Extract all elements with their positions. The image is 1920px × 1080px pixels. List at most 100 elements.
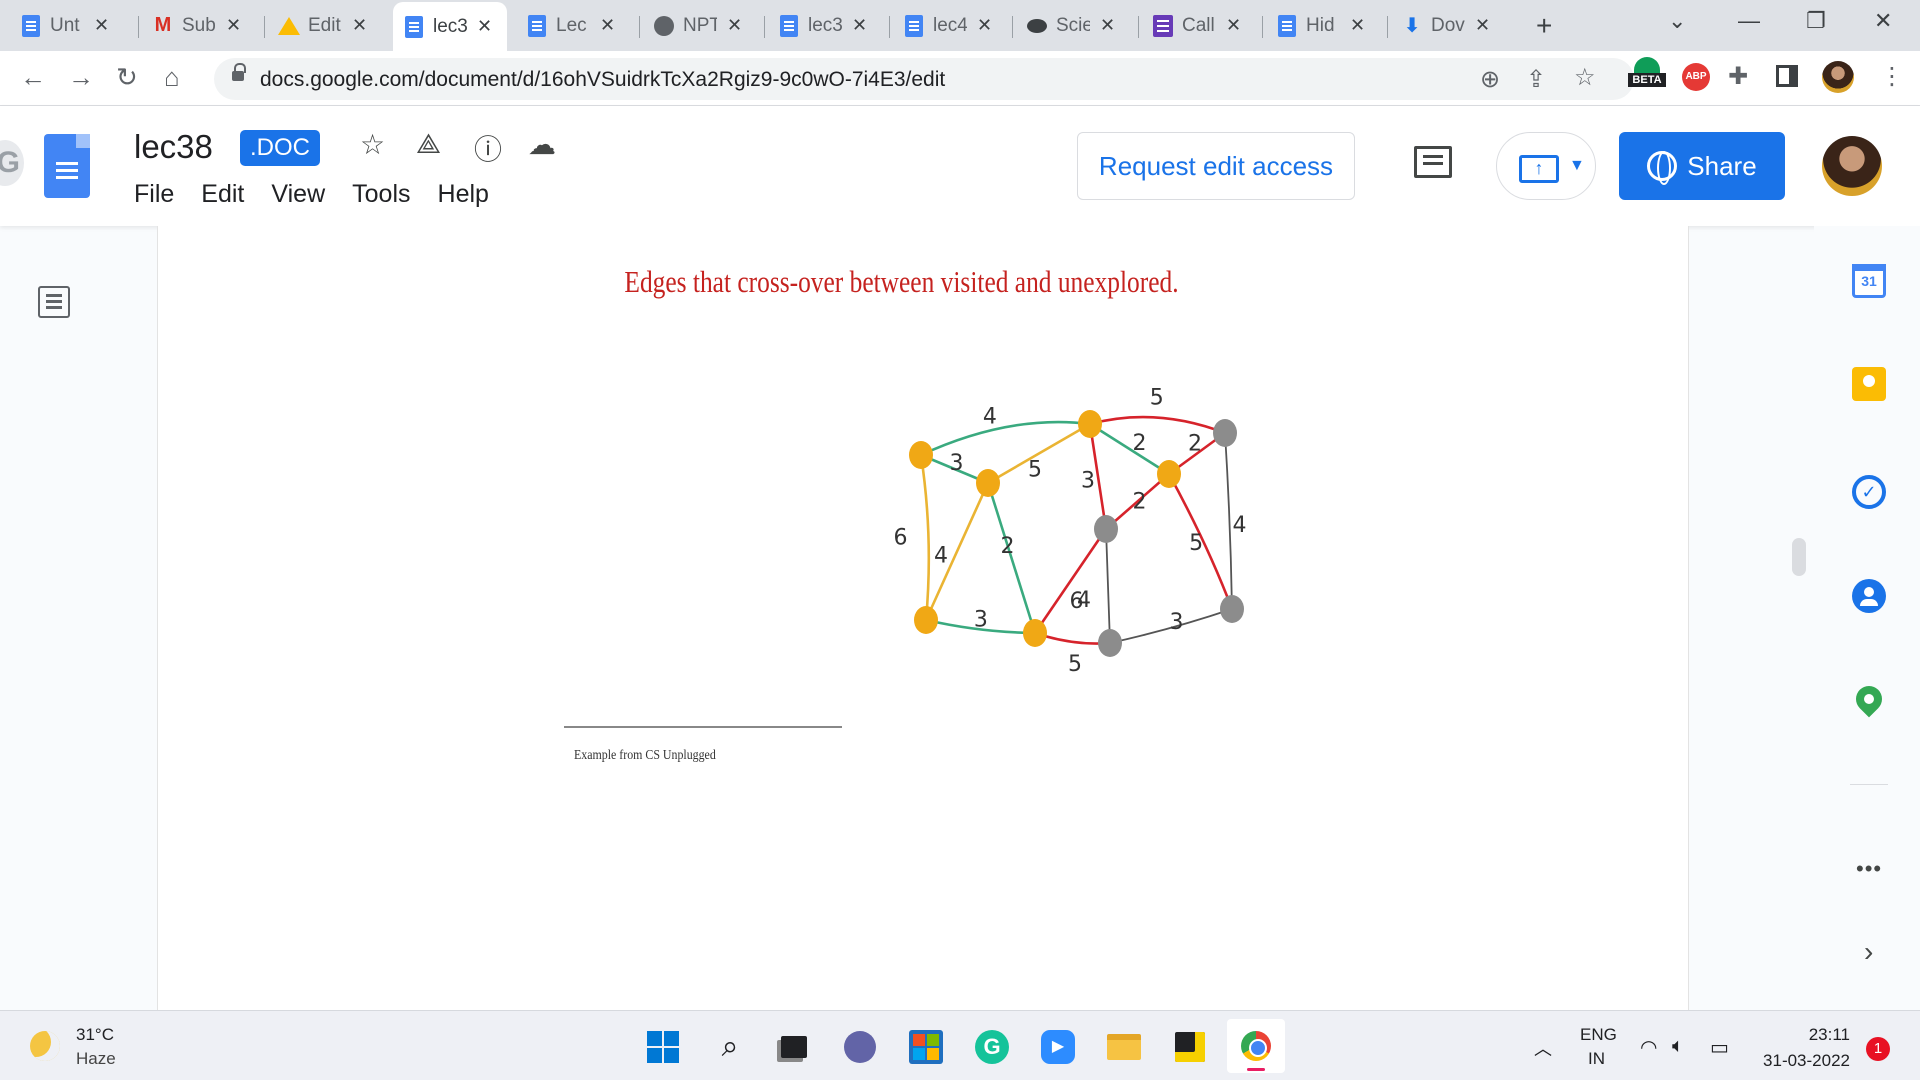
browser-tab[interactable]: Edit ✕ (268, 8, 384, 43)
tab-search-icon[interactable]: ⌄ (1668, 8, 1686, 34)
menu-edit[interactable]: Edit (201, 180, 244, 209)
minimize-icon[interactable]: — (1738, 8, 1760, 34)
tasks-icon[interactable]: ✓ (1852, 475, 1886, 509)
browser-tab[interactable]: ⬇ Dov ✕ (1391, 8, 1507, 43)
wifi-icon[interactable]: ◠ (1640, 1035, 1657, 1060)
cloud-status-icon[interactable]: ☁ (528, 128, 556, 161)
close-tab-icon[interactable]: ✕ (1475, 15, 1490, 36)
close-tab-icon[interactable]: ✕ (727, 15, 742, 36)
graph-edge-a-g (919, 453, 931, 622)
document-title[interactable]: lec38 (134, 128, 213, 166)
vertical-scrollbar-thumb[interactable] (1792, 538, 1806, 576)
notification-badge[interactable]: 1 (1866, 1037, 1890, 1061)
store-icon[interactable] (908, 1029, 944, 1065)
keep-icon[interactable] (1852, 367, 1886, 401)
browser-tab[interactable]: Unt ✕ (10, 8, 126, 43)
more-addons-icon[interactable]: ••• (1856, 856, 1882, 882)
share-page-icon[interactable]: ⇪ (1526, 65, 1546, 94)
sticky-notes-icon[interactable] (1172, 1029, 1208, 1065)
move-to-drive-icon[interactable]: ⟁ (416, 128, 441, 161)
beta-extension-icon[interactable]: BETA (1628, 57, 1666, 99)
close-tab-icon[interactable]: ✕ (1226, 15, 1241, 36)
footnote-rule (564, 726, 842, 728)
close-window-icon[interactable]: ✕ (1874, 8, 1892, 34)
profile-avatar-icon[interactable] (1822, 61, 1854, 93)
show-hidden-icons[interactable]: ︿ (1534, 1035, 1552, 1061)
start-icon[interactable] (645, 1029, 681, 1065)
browser-tab[interactable]: Call ✕ (1142, 8, 1258, 43)
search-icon[interactable]: ⌕ (712, 1029, 748, 1065)
account-avatar[interactable] (1822, 136, 1882, 196)
reload-icon[interactable]: ↻ (116, 62, 138, 93)
close-tab-icon[interactable]: ✕ (1100, 15, 1115, 36)
task-view-icon[interactable] (776, 1029, 812, 1065)
maps-icon[interactable] (1850, 680, 1888, 718)
close-tab-icon[interactable]: ✕ (977, 15, 992, 36)
browser-tab[interactable]: Lec ✕ (516, 8, 632, 43)
lock-icon[interactable] (232, 63, 246, 83)
grammarly-peek-icon[interactable]: G (0, 140, 24, 186)
battery-icon[interactable]: ▭ (1710, 1035, 1729, 1060)
weather-moon-icon[interactable] (30, 1031, 60, 1061)
docs-logo-icon[interactable] (44, 134, 90, 198)
close-tab-icon[interactable]: ✕ (600, 15, 615, 36)
clock-date[interactable]: 31-03-2022 (1740, 1051, 1850, 1071)
browser-tab[interactable]: lec3 ✕ (768, 8, 884, 43)
comment-history-icon[interactable] (1414, 146, 1452, 178)
close-tab-icon[interactable]: ✕ (352, 15, 367, 36)
close-tab-icon[interactable]: ✕ (852, 15, 867, 36)
close-tab-icon[interactable]: ✕ (477, 16, 492, 37)
graph-edge-h-f (1033, 527, 1108, 635)
forward-icon[interactable]: → (68, 62, 94, 93)
docs-icon (403, 15, 425, 38)
weather-temperature[interactable]: 31°C (76, 1025, 114, 1045)
input-region[interactable]: IN (1588, 1049, 1605, 1069)
share-button[interactable]: Share (1619, 132, 1785, 200)
zoom-icon[interactable]: ⊕ (1480, 65, 1500, 94)
restore-icon[interactable]: ❐ (1806, 8, 1826, 34)
calendar-icon[interactable]: 31 (1852, 264, 1886, 298)
zoom-app-icon[interactable]: ▶ (1040, 1029, 1076, 1065)
extensions-puzzle-icon[interactable]: ✚ (1728, 62, 1748, 91)
browser-tab[interactable]: NPT ✕ (643, 8, 759, 43)
adblock-icon[interactable]: ABP (1682, 63, 1710, 91)
bookmark-star-icon[interactable]: ☆ (1574, 63, 1596, 92)
weather-condition[interactable]: Haze (76, 1049, 116, 1069)
document-outline-icon[interactable] (38, 286, 70, 318)
side-panel-icon[interactable] (1776, 65, 1798, 87)
chrome-taskbar-icon[interactable] (1227, 1019, 1285, 1073)
address-bar[interactable]: docs.google.com/document/d/16ohVSuidrkTc… (214, 58, 1634, 100)
chrome-menu-icon[interactable]: ⋮ (1880, 62, 1904, 91)
browser-tab[interactable]: lec3 ✕ (393, 2, 507, 51)
present-button[interactable]: ↑ ▼ (1496, 132, 1596, 200)
drive-icon (278, 15, 300, 37)
file-explorer-icon[interactable] (1106, 1029, 1142, 1065)
volume-icon[interactable]: 🔈︎ (1672, 1035, 1684, 1058)
close-tab-icon[interactable]: ✕ (226, 15, 241, 36)
new-tab-button[interactable]: + (1536, 10, 1552, 42)
menu-view[interactable]: View (271, 180, 325, 209)
browser-tab[interactable]: Hid ✕ (1266, 8, 1382, 43)
input-language[interactable]: ENG (1580, 1025, 1617, 1045)
star-icon[interactable]: ☆ (360, 128, 385, 161)
grammarly-icon[interactable]: G (974, 1029, 1010, 1065)
browser-tab[interactable]: Scie ✕ (1016, 8, 1132, 43)
back-icon[interactable]: ← (20, 62, 46, 93)
menu-file[interactable]: File (134, 180, 174, 209)
close-tab-icon[interactable]: ✕ (94, 15, 109, 36)
teams-chat-icon[interactable] (842, 1029, 878, 1065)
browser-tab[interactable]: M Sub ✕ (142, 8, 258, 43)
menu-tools[interactable]: Tools (352, 180, 410, 209)
close-tab-icon[interactable]: ✕ (1350, 15, 1365, 36)
browser-tab[interactable]: lec4 ✕ (893, 8, 1009, 43)
info-icon[interactable]: ⓘ (474, 128, 502, 168)
expand-side-panel-icon[interactable]: › (1864, 936, 1873, 968)
clock-time[interactable]: 23:11 (1764, 1025, 1850, 1045)
home-icon[interactable]: ⌂ (164, 62, 180, 93)
tab-separator (1262, 16, 1263, 38)
url-text[interactable]: docs.google.com/document/d/16ohVSuidrkTc… (260, 68, 945, 92)
request-edit-access-button[interactable]: Request edit access (1077, 132, 1355, 200)
tab-separator (1012, 16, 1013, 38)
menu-help[interactable]: Help (438, 180, 489, 209)
contacts-icon[interactable] (1852, 579, 1886, 613)
